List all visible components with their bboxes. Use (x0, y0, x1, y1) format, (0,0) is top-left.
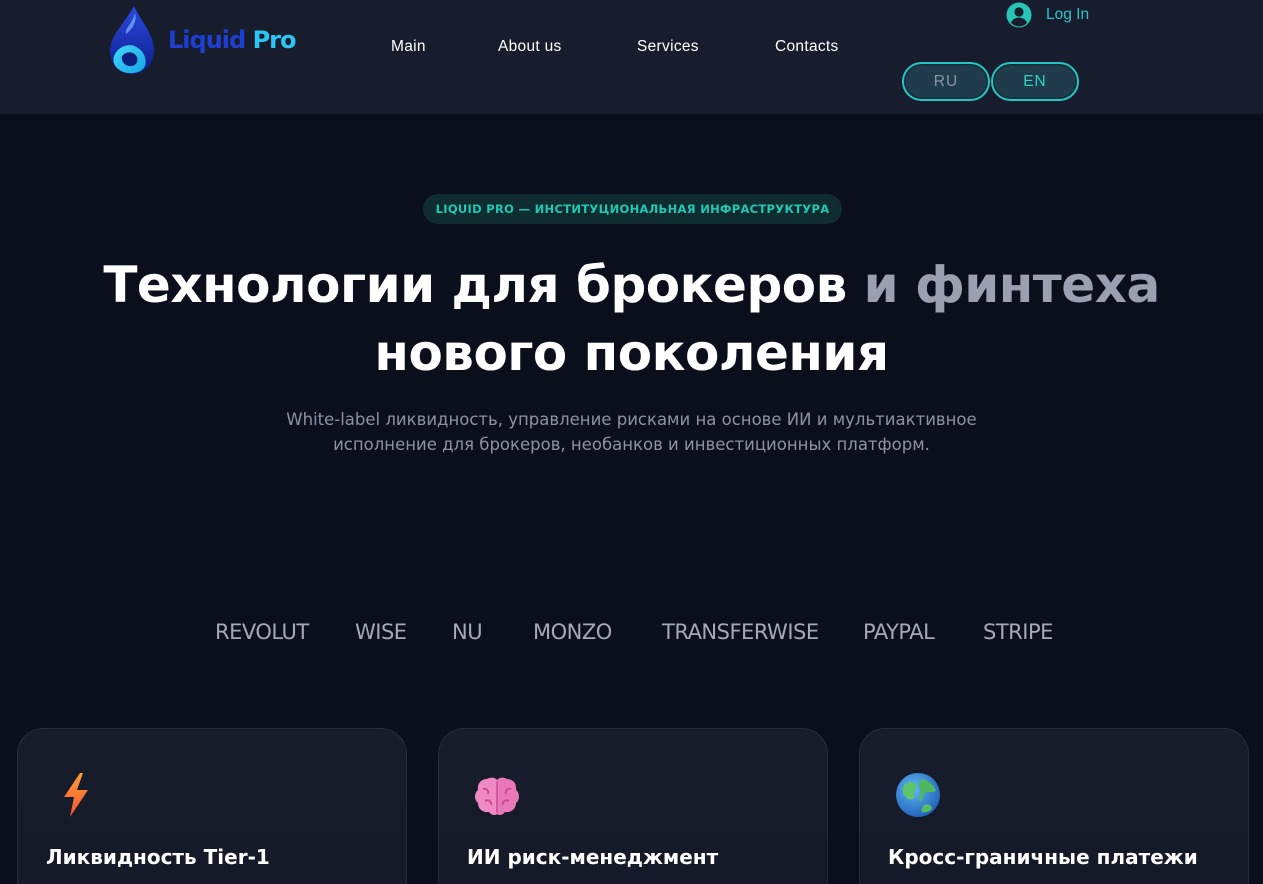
partner-logo: REVOLUT (215, 620, 309, 644)
nav-main[interactable]: Main (391, 38, 426, 56)
feature-title: Кросс-граничные платежи (888, 845, 1198, 869)
partner-logo: NU (452, 620, 483, 644)
hero-title-highlight: и финтеха (863, 256, 1161, 314)
nav-about-us[interactable]: About us (498, 38, 562, 56)
globe-icon (896, 773, 940, 817)
logo-word-liquid: Liquid (168, 26, 246, 54)
hero-subtitle-line1: White-label ликвидность, управление риск… (286, 410, 977, 429)
feature-card-payments[interactable]: Кросс-граничные платежи (859, 728, 1249, 884)
feature-card-liquidity[interactable]: Ликвидность Tier-1 (17, 728, 407, 884)
feature-card-ai-risk[interactable]: ИИ риск-менеджмент (438, 728, 828, 884)
hero-title-main: Технологии для брокеров (103, 256, 847, 314)
hero-subtitle-line2: исполнение для брокеров, необанков и инв… (333, 435, 930, 454)
partner-logo: WISE (355, 620, 407, 644)
logo[interactable]: Liquid Pro (104, 2, 304, 78)
logo-text: Liquid Pro (168, 26, 297, 54)
partner-logo: STRIPE (983, 620, 1053, 644)
nav-contacts[interactable]: Contacts (775, 38, 839, 56)
hero-badge: LIQUID PRO — ИНСТИТУЦИОНАЛЬНАЯ ИНФРАСТРУ… (423, 194, 842, 224)
lightning-icon (64, 773, 88, 817)
login-label: Log In (1046, 6, 1090, 23)
feature-title: ИИ риск-менеджмент (467, 845, 719, 869)
user-circle-icon (1006, 2, 1032, 28)
login-link[interactable]: Log In (1006, 2, 1089, 28)
partner-logo: PAYPAL (863, 620, 935, 644)
hero-title-line1: Технологии для брокеров и финтеха (0, 251, 1263, 319)
brain-icon (475, 777, 519, 816)
feature-title: Ликвидность Tier-1 (46, 845, 270, 869)
site-header: Liquid Pro Main About us Services Contac… (0, 0, 1263, 114)
hero-title-line2: нового поколения (374, 324, 889, 382)
partner-logo: MONZO (533, 620, 612, 644)
logo-word-pro: Pro (252, 26, 297, 54)
water-drop-icon (110, 6, 154, 74)
nav-services[interactable]: Services (637, 38, 699, 56)
lang-en-button[interactable]: EN (991, 62, 1079, 101)
lang-ru-button[interactable]: RU (902, 62, 990, 101)
partner-logo: TRANSFERWISE (662, 620, 819, 644)
